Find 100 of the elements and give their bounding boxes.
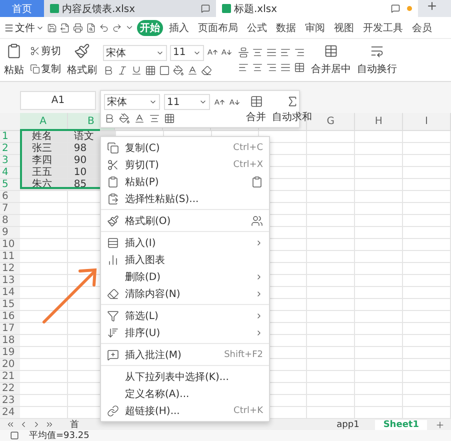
sheet-tab[interactable]: app1 [328, 420, 368, 430]
ribbon-tab[interactable]: 页面布局 [195, 20, 241, 36]
align-top-icon[interactable] [238, 47, 249, 58]
print-icon[interactable] [73, 22, 83, 33]
row-number: 20 [0, 359, 20, 370]
menu-item[interactable]: 选择性粘贴(S)... [101, 190, 269, 207]
cut-icon [107, 158, 119, 170]
format-painter-button[interactable]: 格式刷 [67, 63, 97, 78]
save-icon[interactable] [47, 22, 57, 33]
next-sheet-icon[interactable] [32, 420, 41, 429]
copy-button[interactable]: 复制 [41, 62, 61, 76]
sort-icon [107, 326, 119, 338]
table-cell: 张三 [20, 143, 68, 154]
merge-icon[interactable] [250, 94, 262, 108]
ribbon-tab[interactable]: 审阅 [302, 20, 328, 36]
font-field[interactable]: 宋体 [104, 94, 160, 110]
row-number: 3 [0, 155, 20, 166]
tab-title: 首页 [12, 2, 32, 16]
wrap-text-icon[interactable] [370, 44, 384, 58]
preview-icon[interactable] [86, 22, 96, 33]
fill-color-icon[interactable] [119, 113, 130, 124]
style-icon[interactable] [159, 64, 170, 76]
copy-icon[interactable] [30, 64, 40, 74]
ribbon-tab[interactable]: 开发工具 [360, 20, 406, 36]
indent-icon[interactable] [280, 47, 291, 58]
menu-item[interactable]: 插入批注(M) Shift+F2 [101, 346, 269, 363]
menu-item[interactable]: 清除内容(N) [101, 285, 269, 302]
eraser-icon[interactable] [201, 64, 212, 76]
font-color-icon[interactable] [134, 113, 145, 124]
undo-icon[interactable] [99, 22, 109, 33]
merge-button[interactable]: 合并 [246, 110, 266, 124]
row-number: 15 [0, 299, 20, 310]
merge-center-button[interactable]: 合并居中 [311, 62, 351, 76]
align-center-icon[interactable] [149, 113, 160, 124]
ribbon-tab[interactable]: 数据 [273, 20, 299, 36]
status-text: 平均值=93.25 [29, 430, 90, 441]
menu-item[interactable]: 插入(I) [101, 234, 269, 251]
font-size-field[interactable]: 11 [164, 94, 210, 110]
menu-item[interactable]: 超链接(H)... Ctrl+K [101, 402, 269, 419]
menu-item[interactable]: 格式刷(O) [101, 212, 269, 229]
align-bottom-icon[interactable] [266, 47, 277, 58]
caret-icon [199, 98, 207, 106]
ribbon-tab[interactable]: 视图 [331, 20, 357, 36]
paste-icon[interactable] [6, 43, 22, 60]
first-sheet-icon[interactable] [6, 420, 15, 429]
bold-icon[interactable] [103, 64, 114, 76]
document-tab[interactable]: 首页 [0, 0, 44, 18]
align-middle-icon[interactable] [252, 47, 263, 58]
row-number: 9 [0, 227, 20, 238]
column-header: H [355, 112, 404, 130]
redo-icon[interactable] [112, 22, 122, 33]
font-size-field[interactable]: 11 [170, 44, 204, 61]
paste-options-icon[interactable] [251, 176, 263, 188]
align-center-icon[interactable] [252, 62, 263, 74]
merge-icon[interactable] [324, 44, 338, 58]
row-number: 24 [0, 407, 20, 418]
paste-button[interactable]: 粘贴 [4, 63, 24, 78]
tab-title: 标题.xlsx [234, 2, 278, 16]
italic-icon[interactable] [117, 64, 128, 76]
align-right-icon[interactable] [266, 62, 277, 74]
last-sheet-icon[interactable] [45, 420, 54, 429]
menu-item[interactable]: 插入图表 [101, 251, 269, 268]
sheet-tab[interactable]: 首 [62, 418, 87, 431]
name-box[interactable]: A1 [20, 90, 96, 110]
cut-icon[interactable] [30, 46, 40, 56]
bold-icon[interactable] [104, 113, 115, 124]
file-menu[interactable]: 文件 [15, 20, 35, 35]
justify-icon[interactable] [280, 62, 291, 74]
menu-item[interactable]: 排序(U) [101, 324, 269, 341]
increase-font-icon[interactable] [214, 96, 225, 108]
menu-item[interactable]: 从下拉列表中选择(K)... [101, 368, 269, 385]
ribbon-tab[interactable]: 公式 [244, 20, 270, 36]
font-color-icon[interactable] [187, 64, 198, 76]
menu-item[interactable]: 筛选(L) [101, 307, 269, 324]
previous-sheet-icon[interactable] [19, 420, 28, 429]
document-tab[interactable]: 标题.xlsx [216, 0, 418, 18]
document-tab[interactable]: 内容反馈表.xlsx [44, 0, 216, 18]
wrap-text-button[interactable]: 自动换行 [357, 62, 397, 76]
add-sheet-icon[interactable] [435, 420, 445, 430]
ribbon-tab[interactable]: 会员 [409, 20, 435, 36]
decrease-font-icon[interactable] [229, 96, 240, 108]
menu-item[interactable]: 删除(D) [101, 268, 269, 285]
column-header: I [403, 112, 451, 130]
menu-icon[interactable] [4, 22, 14, 33]
underline-icon[interactable] [131, 64, 142, 76]
fill-color-icon[interactable] [173, 64, 184, 76]
menu-item[interactable]: 定义名称(A)... [101, 385, 269, 402]
border-icon[interactable] [145, 64, 156, 76]
format-painter-icon[interactable] [74, 43, 90, 60]
font-field[interactable]: 宋体 [103, 44, 167, 61]
cut-button[interactable]: 剪切 [41, 44, 61, 58]
row-number: 5 [0, 179, 20, 190]
align-left-icon[interactable] [238, 62, 249, 74]
row-number: 4 [0, 167, 20, 178]
row-number: 17 [0, 323, 20, 334]
border-icon[interactable] [164, 113, 175, 124]
outdent-icon[interactable] [294, 47, 305, 58]
export-icon[interactable] [60, 22, 70, 33]
link-icon [107, 404, 119, 416]
ribbon-tab[interactable]: 插入 [166, 20, 192, 36]
